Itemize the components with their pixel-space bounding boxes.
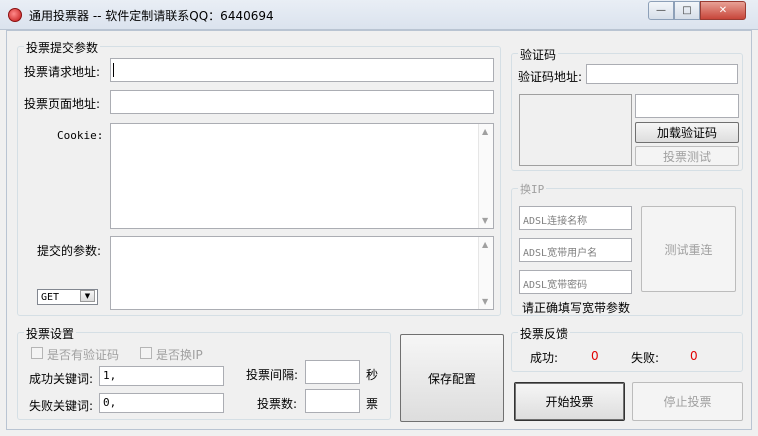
fail-count: 0: [690, 349, 698, 363]
load-captcha-button[interactable]: 加载验证码: [635, 122, 739, 143]
change-ip-group-label: 换IP: [518, 181, 547, 197]
submit-params-group-label: 投票提交参数: [24, 39, 101, 56]
change-ip-checkbox-label: 是否换IP: [156, 348, 203, 362]
params-label: 提交的参数:: [37, 244, 102, 258]
success-keyword-input[interactable]: 1,: [99, 366, 224, 386]
feedback-group-label: 投票反馈: [518, 325, 571, 342]
adsl-hint: 请正确填写宽带参数: [522, 301, 631, 315]
count-unit: 票: [366, 397, 379, 411]
success-count-label: 成功:: [530, 351, 559, 365]
success-keyword-label: 成功关键词:: [29, 372, 94, 386]
captcha-image: [519, 94, 632, 166]
window-title: 通用投票器 -- 软件定制请联系QQ：6440694: [29, 9, 274, 23]
stop-vote-button[interactable]: 停止投票: [632, 382, 743, 421]
request-url-input[interactable]: [110, 58, 494, 82]
captcha-url-label: 验证码地址:: [518, 70, 583, 84]
captcha-group-label: 验证码: [518, 46, 559, 63]
scroll-down-icon[interactable]: ▼: [482, 297, 488, 306]
adsl-user-input[interactable]: ADSL宽带用户名: [519, 238, 632, 262]
params-scrollbar[interactable]: ▲ ▼: [478, 237, 493, 309]
save-config-button[interactable]: 保存配置: [400, 334, 504, 422]
test-vote-button[interactable]: 投票测试: [635, 146, 739, 166]
page-url-label: 投票页面地址:: [24, 97, 101, 111]
captcha-code-input[interactable]: [635, 94, 739, 118]
maximize-button[interactable]: □: [674, 1, 700, 20]
request-url-label: 投票请求地址:: [24, 65, 101, 79]
fail-keyword-label: 失败关键词:: [29, 399, 94, 413]
minimize-button[interactable]: —: [648, 1, 674, 20]
fail-keyword-input[interactable]: 0,: [99, 393, 224, 413]
count-label: 投票数:: [257, 397, 298, 411]
cookie-textarea[interactable]: ▲ ▼: [110, 123, 494, 229]
captcha-checkbox[interactable]: [31, 347, 43, 359]
count-input[interactable]: [305, 389, 360, 413]
captcha-url-input[interactable]: [586, 64, 738, 84]
interval-unit: 秒: [366, 368, 379, 382]
cookie-label: Cookie:: [57, 129, 104, 142]
close-button[interactable]: ✕: [700, 1, 746, 20]
page-url-input[interactable]: [110, 90, 494, 114]
scroll-down-icon[interactable]: ▼: [482, 216, 488, 225]
redial-button[interactable]: 测试重连: [641, 206, 736, 292]
scroll-up-icon[interactable]: ▲: [482, 240, 488, 249]
cookie-scrollbar[interactable]: ▲ ▼: [478, 124, 493, 228]
interval-label: 投票间隔:: [246, 368, 299, 382]
interval-input[interactable]: [305, 360, 360, 384]
adsl-password-input[interactable]: ADSL宽带密码: [519, 270, 632, 294]
success-count: 0: [591, 349, 599, 363]
captcha-checkbox-label: 是否有验证码: [47, 348, 120, 362]
params-textarea[interactable]: ▲ ▼: [110, 236, 494, 310]
text-caret: [113, 63, 114, 77]
settings-group-label: 投票设置: [24, 325, 77, 342]
app-icon: [8, 8, 22, 22]
change-ip-checkbox[interactable]: [140, 347, 152, 359]
scroll-up-icon[interactable]: ▲: [482, 127, 488, 136]
adsl-name-input[interactable]: ADSL连接名称: [519, 206, 632, 230]
chevron-down-icon[interactable]: ▼: [80, 290, 95, 302]
start-vote-button[interactable]: 开始投票: [514, 382, 625, 421]
fail-count-label: 失败:: [631, 351, 660, 365]
